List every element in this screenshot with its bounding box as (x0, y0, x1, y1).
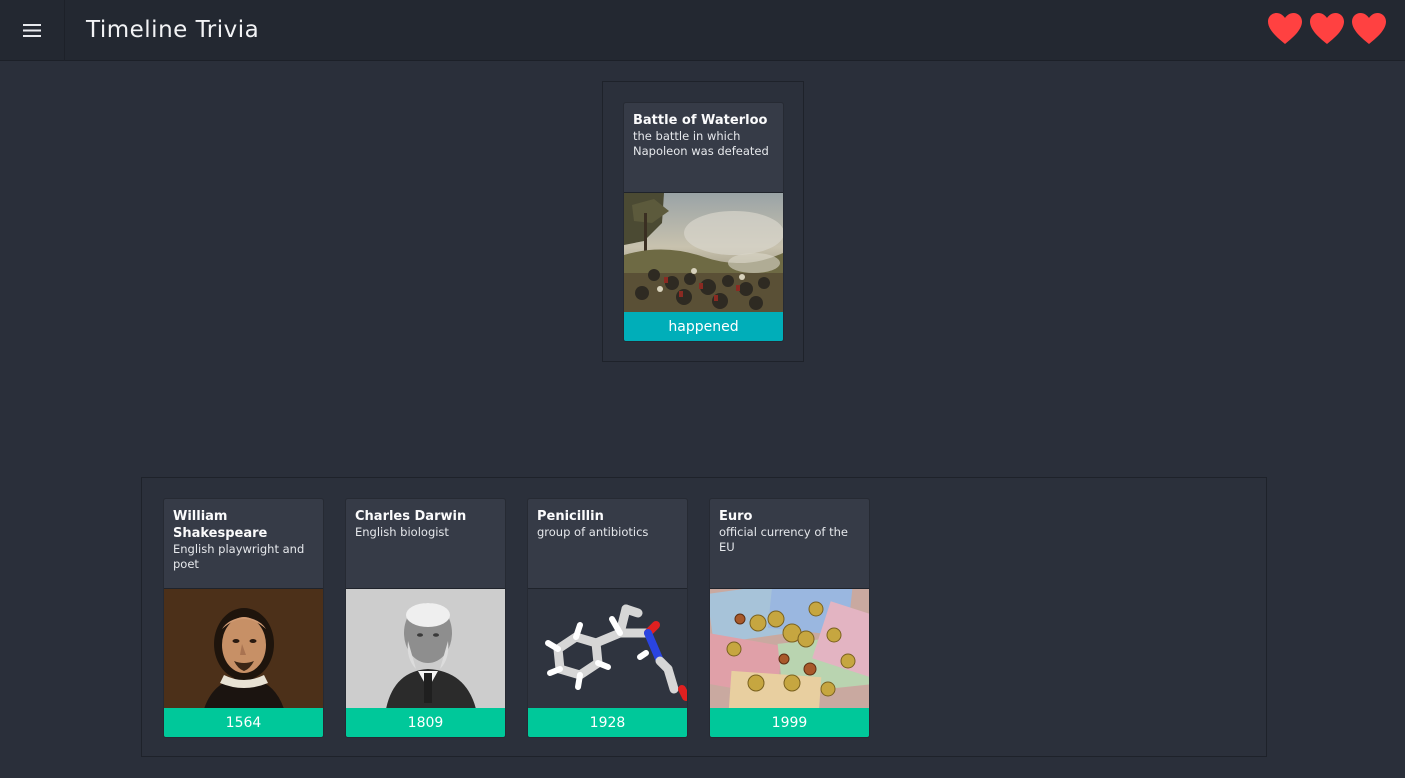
card-title: Charles Darwin (355, 509, 467, 524)
card-image-darwin (346, 588, 505, 708)
hamburger-menu-icon (23, 24, 41, 37)
card-year: 1928 (528, 708, 687, 737)
timeline-card[interactable]: Penicillin group of antibiotics 1928 (527, 498, 688, 738)
card-description: English playwright and poet (173, 542, 305, 571)
card-year: 1809 (346, 708, 505, 737)
timeline-card[interactable]: Charles Darwin English biologist 1809 (345, 498, 506, 738)
card-description: the battle in which Napoleon was defeate… (633, 129, 769, 158)
card-year: 1564 (164, 708, 323, 737)
top-bar: Timeline Trivia (0, 0, 1405, 61)
current-card[interactable]: Battle of Waterloo the battle in which N… (623, 102, 784, 342)
card-description: group of antibiotics (537, 525, 649, 539)
heart-icon (1310, 13, 1344, 44)
heart-icon (1268, 13, 1302, 44)
app-title: Timeline Trivia (86, 17, 260, 43)
card-description: official currency of the EU (719, 525, 848, 554)
timeline-card[interactable]: Euro official currency of the EU 1999 (709, 498, 870, 738)
card-status: happened (624, 312, 783, 341)
menu-button[interactable] (0, 0, 65, 61)
card-image-shakespeare (164, 588, 323, 708)
timeline-area[interactable]: William Shakespeare English playwright a… (141, 477, 1267, 757)
card-year: 1999 (710, 708, 869, 737)
card-description: English biologist (355, 525, 449, 539)
heart-icon (1352, 13, 1386, 44)
card-title: William Shakespeare (173, 509, 268, 541)
current-card-slot: Battle of Waterloo the battle in which N… (602, 81, 804, 362)
card-image-waterloo (624, 192, 783, 312)
lives-indicator (1267, 12, 1387, 46)
timeline-card[interactable]: William Shakespeare English playwright a… (163, 498, 324, 738)
card-image-penicillin (528, 588, 687, 708)
card-title: Euro (719, 509, 753, 524)
card-image-euro (710, 588, 869, 708)
card-title: Penicillin (537, 509, 604, 524)
card-title: Battle of Waterloo (633, 113, 768, 128)
